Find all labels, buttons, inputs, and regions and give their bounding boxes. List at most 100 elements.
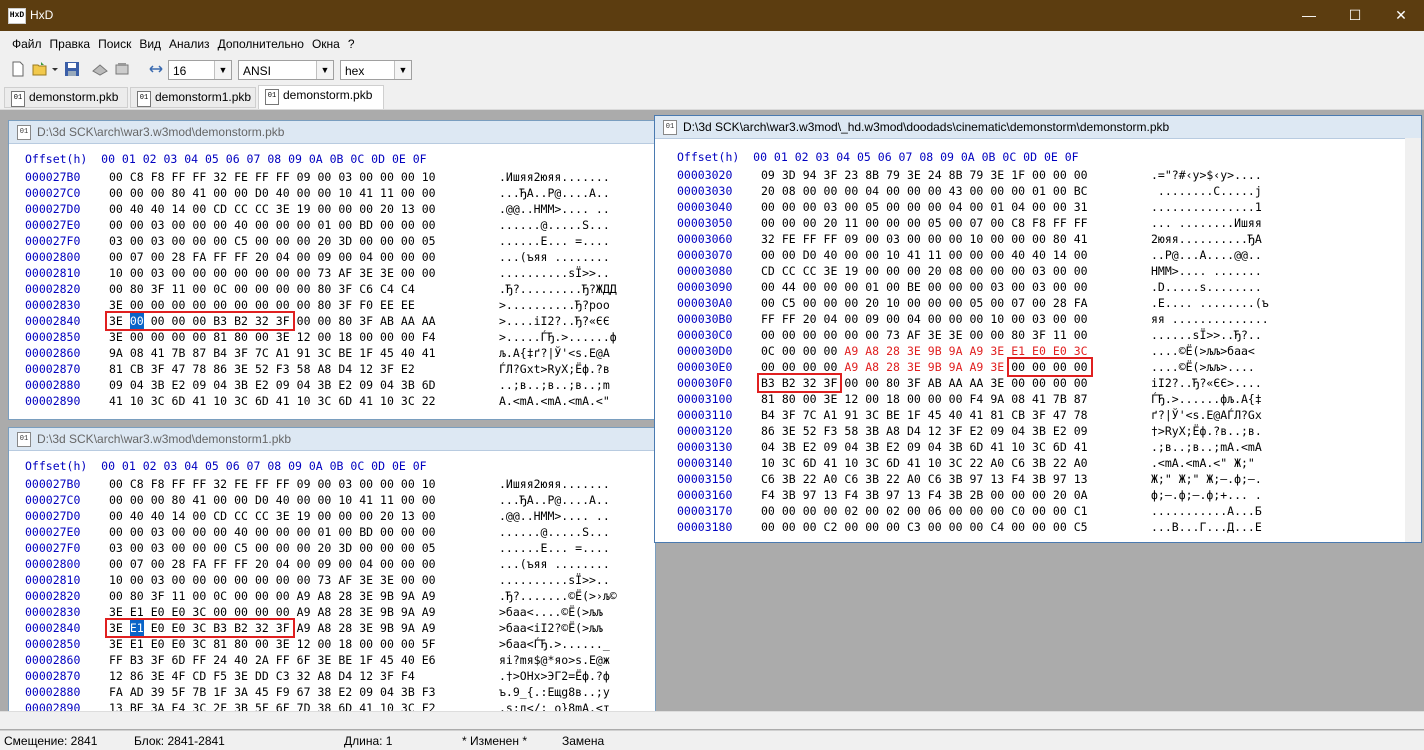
hex-byte[interactable]: 7C <box>803 407 817 423</box>
hex-byte[interactable]: 10 <box>338 492 352 508</box>
hex-byte[interactable]: 00 <box>782 247 796 263</box>
hex-byte[interactable]: E1 <box>1011 343 1025 359</box>
hex-byte[interactable]: 20 <box>255 249 269 265</box>
hex-byte[interactable]: 3B <box>318 377 332 393</box>
hex-byte[interactable]: 00 <box>401 217 415 233</box>
hex-byte[interactable]: 3E <box>109 604 123 620</box>
hex-byte[interactable]: 00 <box>338 249 352 265</box>
hex-byte[interactable]: E1 <box>130 604 144 620</box>
hex-byte[interactable]: 9B <box>380 604 394 620</box>
hex-byte[interactable]: 6D <box>803 455 817 471</box>
hex-byte[interactable]: E0 <box>151 620 165 636</box>
hex-byte[interactable]: F4 <box>928 487 942 503</box>
hex-byte[interactable]: 00 <box>130 329 144 345</box>
hex-byte[interactable]: 00 <box>1053 263 1067 279</box>
hex-byte[interactable]: 81 <box>990 407 1004 423</box>
hex-byte[interactable]: 09 <box>109 377 123 393</box>
hex-byte[interactable]: 00 <box>761 215 775 231</box>
hex-byte[interactable]: 00 <box>844 327 858 343</box>
hex-byte[interactable]: 3E <box>990 375 1004 391</box>
hex-byte[interactable]: 00 <box>1032 503 1046 519</box>
hex-byte[interactable]: 3E <box>359 604 373 620</box>
hex-byte[interactable]: C5 <box>1074 519 1088 535</box>
hex-byte[interactable]: FF <box>255 169 269 185</box>
hex-byte[interactable]: 03 <box>1032 279 1046 295</box>
hex-byte[interactable]: 00 <box>172 233 186 249</box>
hex-byte[interactable]: 00 <box>255 281 269 297</box>
hex-byte[interactable]: 31 <box>1074 199 1088 215</box>
hex-byte[interactable]: 45 <box>380 345 394 361</box>
hex-byte[interactable]: 00 <box>886 519 900 535</box>
hex-byte[interactable]: 00 <box>990 487 1004 503</box>
hex-byte[interactable]: 00 <box>949 231 963 247</box>
hex-byte[interactable]: 86 <box>130 668 144 684</box>
hex-byte[interactable]: 00 <box>422 556 436 572</box>
hex-byte[interactable]: 2A <box>255 652 269 668</box>
hex-byte[interactable]: 00 <box>422 265 436 281</box>
hex-byte[interactable]: 00 <box>1032 487 1046 503</box>
hex-byte[interactable]: 00 <box>172 329 186 345</box>
hex-byte[interactable]: 00 <box>907 391 921 407</box>
hex-byte[interactable]: 00 <box>886 311 900 327</box>
hex-byte[interactable]: 9A <box>949 359 963 375</box>
hex-byte[interactable]: 10 <box>422 476 436 492</box>
menu-help[interactable]: ? <box>344 31 359 51</box>
hex-byte[interactable]: 00 <box>255 233 269 249</box>
hex-byte[interactable]: 00 <box>109 476 123 492</box>
ascii-cell[interactable]: ......sЇ>>..Ђ?.. <box>1151 327 1262 343</box>
hex-byte[interactable]: 00 <box>234 297 248 313</box>
hex-byte[interactable]: 00 <box>318 185 332 201</box>
hex-byte[interactable]: 00 <box>318 329 332 345</box>
ascii-cell[interactable]: .@@..НММ>.... .. <box>499 508 610 524</box>
hex-byte[interactable]: AA <box>970 375 984 391</box>
hex-byte[interactable]: E2 <box>172 377 186 393</box>
hex-byte[interactable]: 41 <box>192 185 206 201</box>
ascii-cell[interactable]: .<mA.<mA.<" Ж;" <box>1151 455 1255 471</box>
hex-byte[interactable]: 00 <box>130 492 144 508</box>
hex-byte[interactable]: 3E <box>359 572 373 588</box>
hex-byte[interactable]: 09 <box>192 377 206 393</box>
hex-byte[interactable]: 3E <box>234 668 248 684</box>
hex-byte[interactable]: 00 <box>130 185 144 201</box>
menu-file[interactable]: Файл <box>8 31 46 51</box>
hex-byte[interactable]: 3C <box>192 604 206 620</box>
hex-byte[interactable]: 00 <box>824 359 838 375</box>
hex-byte[interactable]: 00 <box>1053 359 1067 375</box>
hex-byte[interactable]: A9 <box>844 359 858 375</box>
hex-byte[interactable]: 00 <box>213 492 227 508</box>
hex-byte[interactable]: 00 <box>318 313 332 329</box>
hex-byte[interactable]: 3B <box>949 439 963 455</box>
menu-extras[interactable]: Дополнительно <box>214 31 308 51</box>
hex-byte[interactable]: 00 <box>761 199 775 215</box>
hex-byte[interactable]: 41 <box>1074 231 1088 247</box>
hex-byte[interactable]: 3E <box>359 588 373 604</box>
hex-byte[interactable]: 41 <box>990 439 1004 455</box>
hex-byte[interactable]: 00 <box>928 519 942 535</box>
hex-byte[interactable]: 04 <box>276 556 290 572</box>
hex-byte[interactable]: 03 <box>151 524 165 540</box>
hex-byte[interactable]: 3B <box>782 439 796 455</box>
hex-byte[interactable]: BE <box>338 345 352 361</box>
hex-byte[interactable]: 40 <box>1032 247 1046 263</box>
close-button[interactable]: ✕ <box>1378 0 1424 31</box>
hex-byte[interactable]: 00 <box>276 604 290 620</box>
hex-byte[interactable]: 00 <box>1074 359 1088 375</box>
hex-byte[interactable]: EE <box>380 297 394 313</box>
hex-byte[interactable]: 22 <box>970 455 984 471</box>
hex-byte[interactable]: 1F <box>213 684 227 700</box>
hex-byte[interactable]: 00 <box>928 199 942 215</box>
hex-byte[interactable]: 40 <box>151 508 165 524</box>
offset-base-select[interactable]: hex ▼ <box>340 60 412 80</box>
hex-byte[interactable]: 6D <box>1053 439 1067 455</box>
hex-byte[interactable]: 00 <box>130 524 144 540</box>
hex-byte[interactable]: 00 <box>949 295 963 311</box>
hex-byte[interactable]: F8 <box>1032 215 1046 231</box>
hex-byte[interactable]: 80 <box>1011 327 1025 343</box>
hex-byte[interactable]: 81 <box>213 636 227 652</box>
hex-byte[interactable]: BD <box>359 524 373 540</box>
hex-byte[interactable]: 09 <box>276 377 290 393</box>
hex-byte[interactable]: 03 <box>109 233 123 249</box>
hex-byte[interactable]: FF <box>1053 215 1067 231</box>
hex-byte[interactable]: 04 <box>359 556 373 572</box>
hex-byte[interactable]: 04 <box>297 377 311 393</box>
